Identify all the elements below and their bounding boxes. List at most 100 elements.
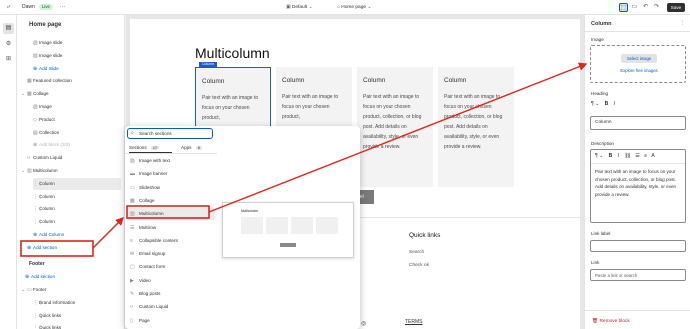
desktop-icon[interactable]: ▭ [630,3,639,12]
search-placeholder: Search sections [139,131,172,136]
tree-item[interactable]: ⌄ ▭Footer [21,284,121,296]
tree-item[interactable]: ⋮⋮Quick links [33,322,121,329]
tree-item-label: Column [39,193,55,199]
columns-icon: ▥ [130,211,135,218]
footer-group-title: Footer [29,261,45,267]
tree-item[interactable]: ‹› Custom Liquid [27,152,121,164]
tree-item[interactable]: ▨Image slide [33,37,121,49]
more-icon[interactable]: ⋮ [680,20,685,26]
tab-apps-label: Apps [181,145,192,150]
undo-icon[interactable]: ↶ [641,3,650,12]
italic-icon[interactable]: I [618,153,619,159]
section-option[interactable]: ▬ Image banner [127,168,215,180]
link-input[interactable]: Paste a link or search [590,269,686,281]
section-option[interactable]: ‹› Custom Liquid [127,301,215,313]
quick-link[interactable]: Search [409,250,424,255]
exit-icon[interactable]: ⤶ [4,3,13,12]
footer-add-section[interactable]: ⊕ Add section [25,271,55,283]
tree-item-label: Custom Liquid [33,155,63,161]
tree-item[interactable]: ▨Image slide [33,50,121,62]
tree-item-label: Featured collection [33,78,72,84]
tree-item-label: Brand information [39,299,76,305]
bold-icon[interactable]: B [609,153,613,159]
save-button[interactable]: Save [667,3,685,12]
tree-item[interactable]: ⌄ ▩Collage [21,88,121,100]
link-label-field[interactable] [590,240,686,252]
italic-icon[interactable]: I [614,101,615,107]
tree-item[interactable]: ◇ Product [33,114,121,126]
block-settings-panel: Column ⋮ Image Select image Explore free… [584,15,690,329]
tree-item[interactable]: ⋮⋮Column [33,177,121,190]
align-icon[interactable]: ≡ [644,153,647,159]
text-color-icon[interactable]: A [651,153,654,159]
select-image-button[interactable]: Select image [621,54,657,63]
sections-icon[interactable]: ▤ [3,23,14,34]
section-option-label: Video [139,277,151,283]
terms-link[interactable]: TERMS [405,319,423,325]
section-option-label: Custom Liquid [139,304,169,310]
bold-icon[interactable]: B [605,101,609,107]
section-option[interactable]: ≡ Collapsible content [127,235,215,247]
tab-divider [125,153,217,154]
tree-item[interactable]: ⊕ Add block (3/3) [33,139,121,151]
instagram-icon[interactable]: ◎ [361,320,366,327]
tree-item[interactable]: ⌄ ▥Multicolumn [21,165,121,177]
section-option[interactable]: ▥ Multicolumn [127,208,215,221]
link-icon[interactable]: ⛓ [624,153,630,159]
section-preview-thumbnail: Multicolumn [222,202,354,258]
section-option[interactable]: ✎ Blog posts [127,288,215,300]
section-option[interactable]: ☰ Multirow [127,222,215,234]
section-option[interactable]: ▭ Slideshow [127,182,215,194]
tree-item-label: Footer [33,287,47,292]
section-option[interactable]: ▶ Video [127,275,215,287]
section-option[interactable]: ▧ Image with text [127,155,215,167]
tree-item-label: Add Slide [39,65,59,71]
chevron-down-icon: ⌄ [367,5,372,10]
tree-item[interactable]: ⊕ Add Slide [33,63,121,75]
layout-icon: ▣ [286,5,291,10]
inspector-icon[interactable]: ⬚ [619,3,628,12]
link-placeholder: Paste a link or search [595,272,638,278]
heading-label: Heading [591,91,609,96]
tree-item[interactable]: ⊕ Add section [27,242,121,254]
code-icon: ‹› [130,304,134,311]
tab-apps[interactable]: Apps 5 [181,143,202,152]
section-option[interactable]: ▩ Collage [127,195,215,207]
heading-field[interactable]: Column [590,116,686,130]
tree-item[interactable]: ⋮⋮Column [33,191,121,203]
tab-sections[interactable]: Sections 17 [129,143,160,152]
tree-item[interactable]: ▨Image [33,101,121,113]
section-option[interactable]: ✉ Email signup [127,248,215,260]
thumb-column [291,217,313,234]
quick-link[interactable]: Check ok [409,263,429,268]
column-card[interactable]: Column Pair text with an image to focus o… [357,67,433,187]
gear-icon[interactable]: ⚙ [3,39,14,50]
redo-icon[interactable]: ↷ [652,3,661,12]
tree-item[interactable]: ▤Collection [33,127,121,139]
explore-free-images-link[interactable]: Explore free images [591,68,687,73]
section-option-label: Multirow [139,224,157,230]
column-card[interactable]: Column Pair text with an image to focus o… [438,67,514,187]
template-select[interactable]: ▣ Default ⌄ [286,3,312,12]
tree-item[interactable]: ⋮⋮Quick links [33,310,121,322]
tree-item[interactable]: ⋮⋮Column [33,216,121,228]
tree-item[interactable]: ▦Featured collection [27,75,121,87]
blog-icon: ✎ [130,291,135,297]
list-icon[interactable]: ☰ [635,153,639,159]
description-value: Pair text with an image to focus on your… [595,169,677,197]
description-editor[interactable]: ¶ ⌄ B I ⛓ ☰ ≡ A Pair text with an image … [590,149,686,223]
more-icon[interactable]: ··· [58,3,67,12]
tree-item[interactable]: ⊕ Add Column [33,229,121,241]
tree-item[interactable]: ⋮⋮Column [33,203,121,215]
section-option[interactable]: ▢ Contact form [127,261,215,273]
apps-icon[interactable]: ⊞ [3,54,14,65]
tree-item[interactable]: ⋮⋮Brand information [33,297,121,309]
section-option[interactable]: ▯ Page [127,315,215,327]
paragraph-icon[interactable]: ¶ ⌄ [591,101,599,107]
paragraph-icon[interactable]: ¶ ⌄ [595,153,603,159]
section-option-label: Image with text [139,158,170,163]
remove-block-button[interactable]: 🗑 Remove block [592,319,630,324]
tree-item-label: Add section [33,244,58,250]
search-sections-input[interactable]: ⌕ Search sections [127,128,213,139]
page-select[interactable]: ⌂ Home page ⌄ [337,3,371,12]
